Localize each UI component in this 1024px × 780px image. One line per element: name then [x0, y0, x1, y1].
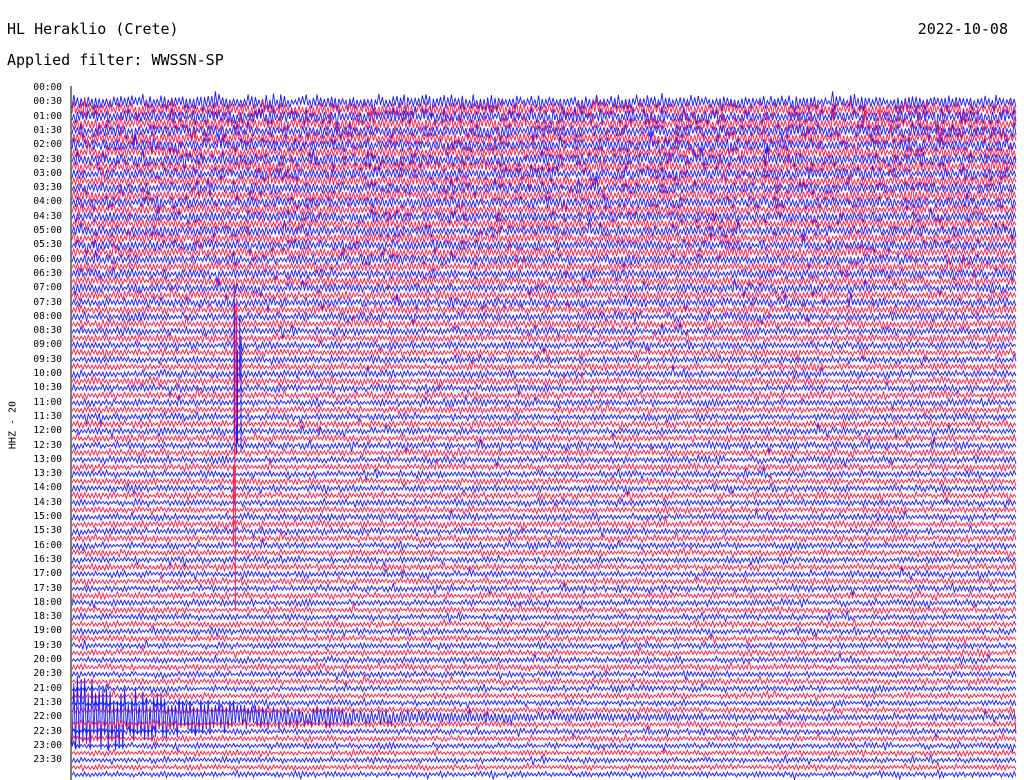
- seismic-trace: [71, 184, 1017, 204]
- seismic-trace: [71, 417, 1017, 432]
- seismic-trace: [71, 489, 1017, 503]
- seismic-trace: [71, 646, 1017, 660]
- seismic-trace: [71, 668, 1017, 681]
- seismic-trace: [71, 213, 1017, 233]
- seismic-trace: [71, 724, 1017, 739]
- seismogram-plot: [70, 86, 1017, 780]
- seismic-trace: [71, 617, 1017, 630]
- seismic-trace: [71, 538, 1017, 552]
- seismic-trace: [71, 218, 1017, 240]
- seismic-trace: [71, 768, 1017, 780]
- seismic-trace: [71, 256, 1017, 276]
- seismic-trace: [71, 739, 1017, 753]
- seismic-trace: [71, 155, 1017, 178]
- seismic-trace: [71, 731, 1017, 745]
- seismic-trace: [71, 633, 1017, 646]
- seismic-trace: [71, 176, 1017, 199]
- seismic-trace: [71, 278, 1017, 297]
- seismic-trace: [71, 250, 1017, 270]
- seismic-trace: [71, 226, 1017, 250]
- seismic-trace: [71, 560, 1017, 575]
- seismic-trace: [71, 235, 1017, 256]
